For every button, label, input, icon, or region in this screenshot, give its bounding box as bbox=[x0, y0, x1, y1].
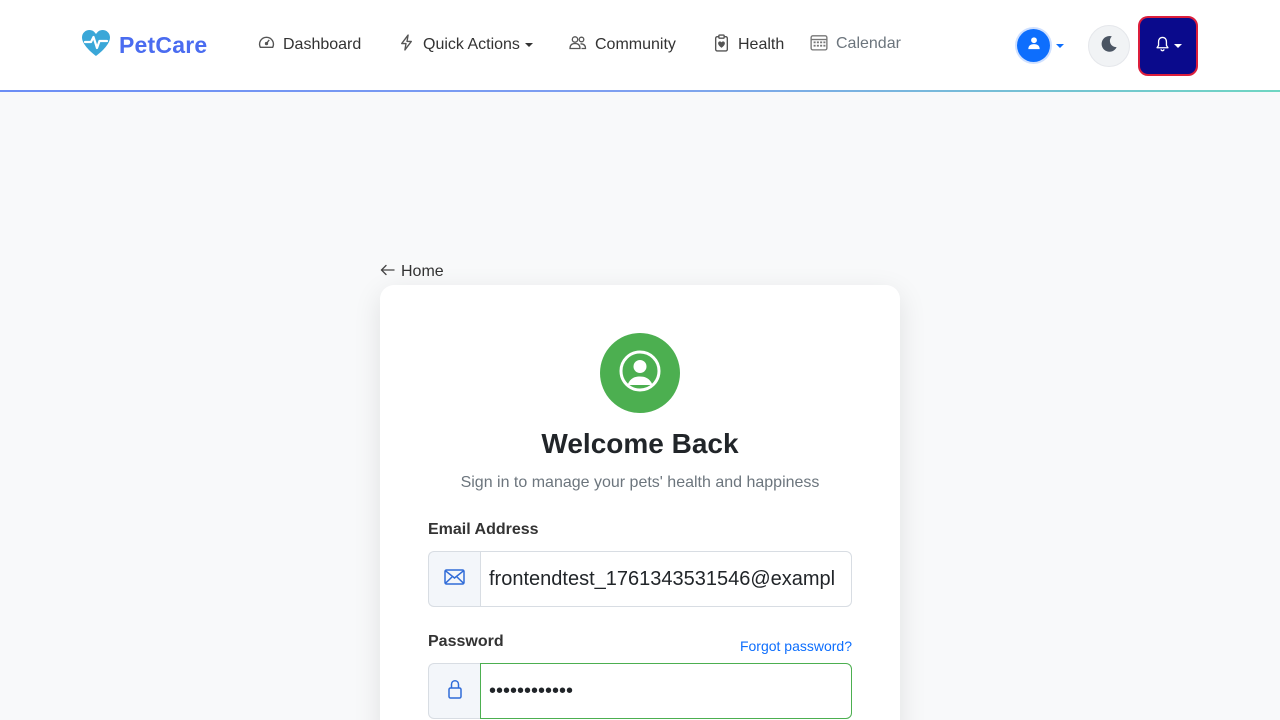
top-navbar: PetCare Dashboard Quick Actions Communit… bbox=[0, 0, 1280, 90]
login-avatar bbox=[600, 333, 680, 413]
password-field[interactable] bbox=[480, 663, 852, 719]
theme-toggle-button[interactable] bbox=[1088, 25, 1130, 67]
notifications-button[interactable] bbox=[1138, 16, 1198, 76]
lightning-icon bbox=[398, 34, 415, 56]
nav-health-label: Health bbox=[738, 36, 785, 53]
nav-health[interactable]: Health bbox=[713, 33, 785, 57]
email-label: Email Address bbox=[428, 521, 539, 538]
chevron-down-icon bbox=[1173, 44, 1182, 48]
nav-dashboard[interactable]: Dashboard bbox=[258, 34, 361, 56]
navbar-divider bbox=[0, 90, 1280, 92]
heart-pulse-icon bbox=[81, 29, 111, 62]
nav-community-label: Community bbox=[595, 36, 676, 53]
password-addon bbox=[428, 663, 480, 719]
speedometer-icon bbox=[258, 34, 275, 56]
back-home-label: Home bbox=[401, 263, 444, 280]
person-icon bbox=[1027, 36, 1041, 55]
arrow-left-icon bbox=[380, 263, 395, 281]
password-label: Password bbox=[428, 633, 504, 650]
brand-logo[interactable]: PetCare bbox=[81, 29, 207, 62]
nav-calendar-label: Calendar bbox=[836, 35, 901, 52]
moon-icon bbox=[1100, 35, 1118, 58]
user-menu-button[interactable] bbox=[1017, 29, 1064, 62]
email-addon bbox=[428, 551, 480, 607]
password-input-group bbox=[428, 663, 852, 719]
calendar-icon bbox=[810, 33, 828, 56]
clipboard-heart-icon bbox=[713, 33, 730, 57]
envelope-icon bbox=[444, 568, 465, 590]
brand-name: PetCare bbox=[119, 32, 208, 58]
nav-quick-actions-label: Quick Actions bbox=[423, 36, 520, 53]
login-card: Welcome Back Sign in to manage your pets… bbox=[380, 285, 900, 720]
forgot-password-link[interactable]: Forgot password? bbox=[740, 638, 852, 654]
avatar bbox=[1017, 29, 1050, 62]
login-title: Welcome Back bbox=[541, 428, 739, 459]
chevron-down-icon bbox=[1056, 43, 1064, 48]
lock-icon bbox=[447, 679, 462, 704]
chevron-down-icon bbox=[524, 43, 533, 47]
email-input-group bbox=[428, 551, 852, 607]
people-icon bbox=[569, 34, 587, 56]
nav-community[interactable]: Community bbox=[569, 34, 676, 56]
email-field[interactable] bbox=[480, 551, 852, 607]
person-circle-icon bbox=[619, 350, 661, 397]
login-subtitle: Sign in to manage your pets' health and … bbox=[460, 474, 820, 491]
bell-icon bbox=[1155, 36, 1170, 57]
nav-dashboard-label: Dashboard bbox=[283, 36, 362, 53]
nav-quick-actions[interactable]: Quick Actions bbox=[398, 34, 533, 56]
nav-calendar[interactable]: Calendar bbox=[810, 33, 901, 55]
back-home-link[interactable]: Home bbox=[380, 263, 444, 281]
